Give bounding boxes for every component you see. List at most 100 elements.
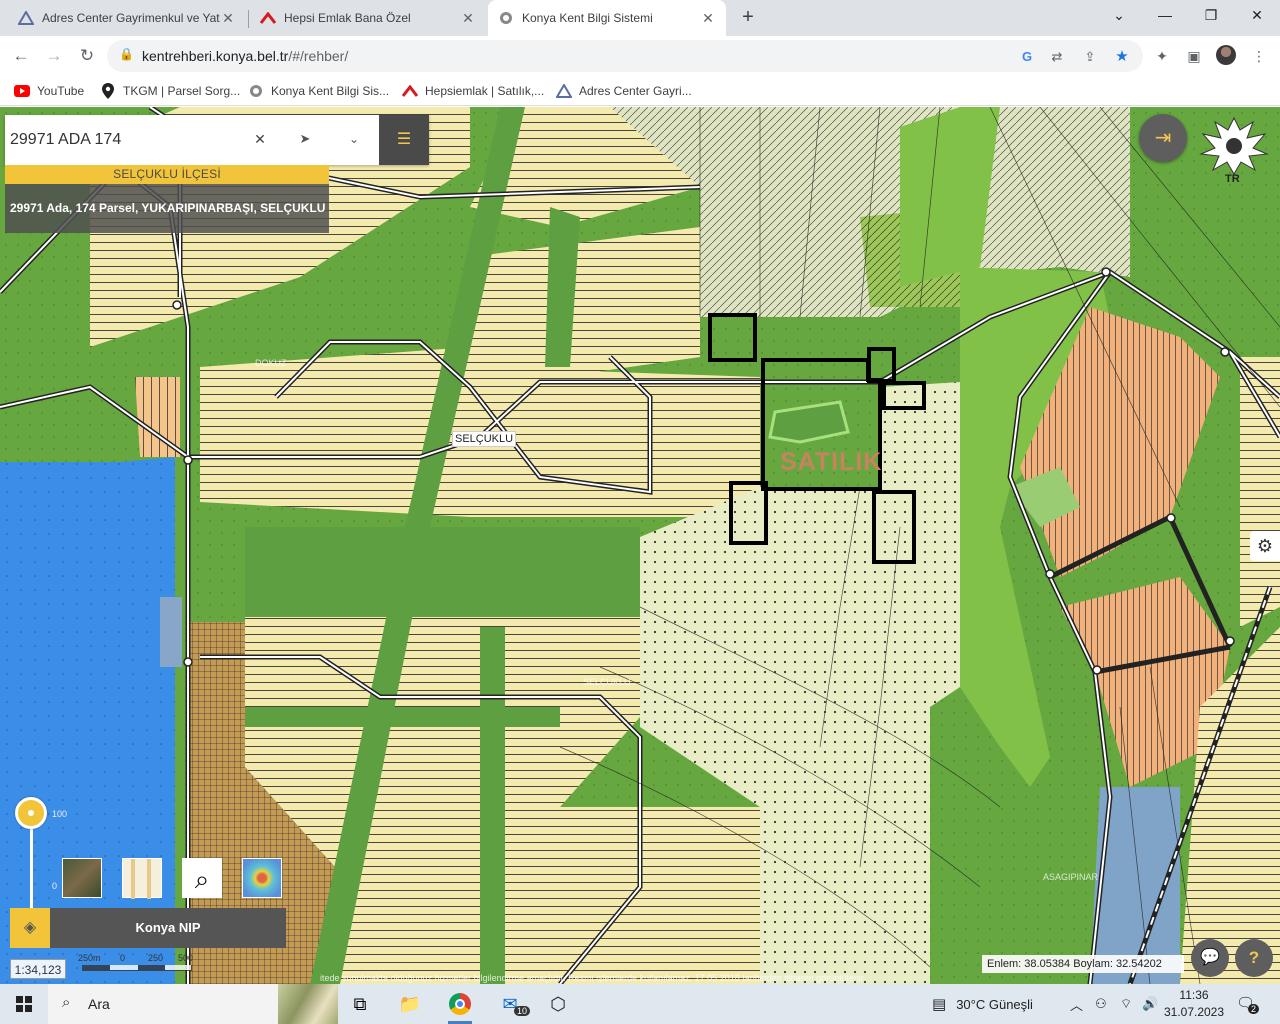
green-corridor	[480, 627, 505, 984]
chat-icon[interactable]: 💬	[1191, 939, 1229, 977]
layers-icon[interactable]: ◈	[10, 908, 50, 948]
tab-separator	[248, 10, 249, 28]
notification-badge: 2	[1248, 1004, 1260, 1014]
minimize-icon[interactable]: —	[1142, 4, 1188, 28]
url-path: /#/rehber/	[288, 48, 349, 64]
basemap-satellite-button[interactable]	[62, 858, 102, 898]
file-explorer-icon[interactable]: 📁	[390, 984, 430, 1024]
google-icon[interactable]: G	[1018, 48, 1036, 66]
wifi-icon[interactable]: ⌔	[1120, 984, 1132, 1024]
konya-logo-icon	[498, 10, 514, 26]
tab-title: Adres Center Gayrimenkul ve Yat	[42, 11, 220, 25]
weather-text: 30°C Güneşli	[956, 996, 1033, 1012]
taskbar-search-box[interactable]: ⌕ Ara	[48, 984, 338, 1024]
lock-icon: 🔒	[119, 47, 134, 61]
clear-search-icon[interactable]: ✕	[251, 128, 269, 150]
reload-icon[interactable]: ↻	[74, 43, 100, 69]
map-label-district: SELÇUKLU	[452, 431, 517, 447]
more-menu-icon[interactable]: ⋮	[1248, 45, 1270, 67]
bookmark-konya-kent[interactable]: Konya Kent Bilgi Sis...	[248, 82, 389, 100]
bookmark-hepsiemlak[interactable]: Hepsiemlak | Satılık,...	[402, 82, 544, 100]
cube-app-icon[interactable]: ⬡	[538, 984, 578, 1024]
help-icon[interactable]: ?	[1235, 939, 1273, 977]
list-menu-icon[interactable]: ☰	[379, 115, 429, 165]
bookmark-label: Adres Center Gayri...	[579, 84, 692, 98]
scale-ticks	[82, 965, 192, 971]
coordinate-readout: Enlem: 38.05384 Boylam: 32.54202	[982, 955, 1184, 973]
browser-toolbar: ← → ↻ 🔒 kentrehberi.konya.bel.tr/#/rehbe…	[0, 36, 1280, 76]
map-label-faint: SELÇUKLU	[583, 677, 631, 687]
clock-time: 11:36	[1179, 988, 1209, 1002]
opacity-slider-handle[interactable]	[15, 797, 47, 829]
onedrive-icon[interactable]: ⚇	[1095, 984, 1107, 1024]
bookmark-youtube[interactable]: YouTube	[14, 82, 84, 100]
windows-taskbar: ⌕ Ara ⧉ 📁 ✉ 10 ⬡ ▤ 30°C Güneşli ︿ ⚇ ⌔ 🔊 1…	[0, 984, 1280, 1024]
bookmark-adres-center[interactable]: Adres Center Gayri...	[556, 82, 692, 100]
side-panel-icon[interactable]: ▣	[1183, 45, 1205, 67]
windows-start-icon[interactable]	[0, 984, 48, 1024]
chrome-taskbar-button[interactable]	[440, 984, 480, 1024]
chrome-icon	[449, 993, 471, 1015]
scale-bar: 250m 0 250 500	[78, 953, 198, 979]
tab-hepsi-emlak[interactable]: Hepsi Emlak Bana Özel ✕	[250, 0, 486, 36]
share-icon[interactable]: ⇪	[1081, 48, 1099, 66]
basemap-street-button[interactable]	[122, 858, 162, 899]
locate-arrow-icon[interactable]: ➤	[295, 128, 315, 150]
bookmarks-bar: YouTube TKGM | Parsel Sorg... Konya Kent…	[0, 76, 1280, 106]
tab-konya-kent[interactable]: Konya Kent Bilgi Sistemi ✕	[488, 0, 726, 36]
tab-adres-center[interactable]: Adres Center Gayrimenkul ve Yat ✕	[8, 0, 246, 36]
chevron-down-icon[interactable]: ⌄	[1096, 4, 1142, 28]
water-body	[0, 457, 175, 984]
restore-icon[interactable]: ❐	[1188, 4, 1234, 28]
scale-label: 0	[120, 953, 126, 963]
logo-text: TR	[1225, 173, 1240, 184]
opacity-min-label: 0	[52, 881, 58, 891]
district-header[interactable]: SELÇUKLU İLÇESİ	[5, 165, 329, 184]
close-icon[interactable]: ✕	[460, 10, 476, 26]
tab-title: Hepsi Emlak Bana Özel	[284, 11, 411, 25]
mail-badge: 10	[514, 1006, 531, 1016]
system-clock[interactable]: 11:36 31.07.2023	[1162, 987, 1226, 1021]
address-bar[interactable]: 🔒 kentrehberi.konya.bel.tr/#/rehber/ G ⇄…	[107, 40, 1143, 72]
hepsiemlak-logo-icon	[260, 10, 276, 26]
active-layer-name[interactable]: Konya NIP	[50, 908, 286, 948]
gear-icon[interactable]: ⚙	[1250, 531, 1280, 561]
tray-chevron-icon[interactable]: ︿	[1070, 984, 1083, 1024]
opacity-slider-track[interactable]	[30, 829, 33, 909]
bookmark-tkgm[interactable]: TKGM | Parsel Sorg...	[100, 82, 240, 100]
parcel-search-panel: ✕ ➤ ⌄ ☰	[5, 115, 429, 165]
scale-label: 250	[148, 953, 164, 963]
new-tab-button[interactable]: +	[737, 6, 759, 28]
bookmark-label: Hepsiemlak | Satılık,...	[425, 84, 545, 98]
mail-icon[interactable]: ✉ 10	[490, 984, 531, 1024]
basemap-heatmap-button[interactable]	[242, 858, 282, 898]
extensions-icon[interactable]: ✦	[1151, 45, 1173, 67]
window-close-icon[interactable]: ✕	[1234, 4, 1280, 28]
translate-icon[interactable]: ⇄	[1048, 48, 1066, 66]
chevron-down-icon[interactable]: ⌄	[345, 128, 363, 150]
youtube-icon	[14, 83, 30, 99]
konya-municipality-logo: TR	[1195, 110, 1273, 185]
green-zone	[245, 527, 640, 617]
scale-ratio: 1:34,123	[10, 959, 66, 979]
weather-widget[interactable]: ▤ 30°C Güneşli	[932, 984, 1033, 1024]
parcel-search-input[interactable]	[10, 120, 250, 160]
volume-icon[interactable]: 🔊	[1142, 984, 1158, 1024]
close-icon[interactable]: ✕	[700, 10, 716, 26]
browser-tab-strip: Adres Center Gayrimenkul ve Yat ✕ Hepsi …	[0, 0, 1280, 36]
task-view-icon[interactable]: ⧉	[340, 984, 380, 1024]
weather-icon: ▤	[932, 996, 947, 1013]
magnifier-icon[interactable]: ⌕	[182, 858, 222, 898]
parcel-result-item[interactable]: 29971 Ada, 174 Parsel, YUKARIPINARBAŞI, …	[5, 184, 329, 233]
close-icon[interactable]: ✕	[220, 10, 236, 26]
url-host: kentrehberi.konya.bel.tr	[142, 48, 289, 64]
map-label-faint: DOKUZ	[255, 358, 287, 368]
map-viewport[interactable]: DOKUZ SELÇUKLU ASAGIPINAR SELÇUKLU SATIL…	[0, 107, 1280, 984]
zoning-map[interactable]	[0, 107, 1280, 984]
back-arrow-icon[interactable]: ←	[8, 43, 34, 69]
profile-avatar[interactable]	[1216, 45, 1236, 65]
forward-arrow-icon[interactable]: →	[41, 43, 67, 69]
bookmark-star-icon[interactable]: ★	[1113, 48, 1131, 66]
login-icon[interactable]: ⇥	[1139, 114, 1187, 162]
residential-zone	[1240, 357, 1280, 627]
